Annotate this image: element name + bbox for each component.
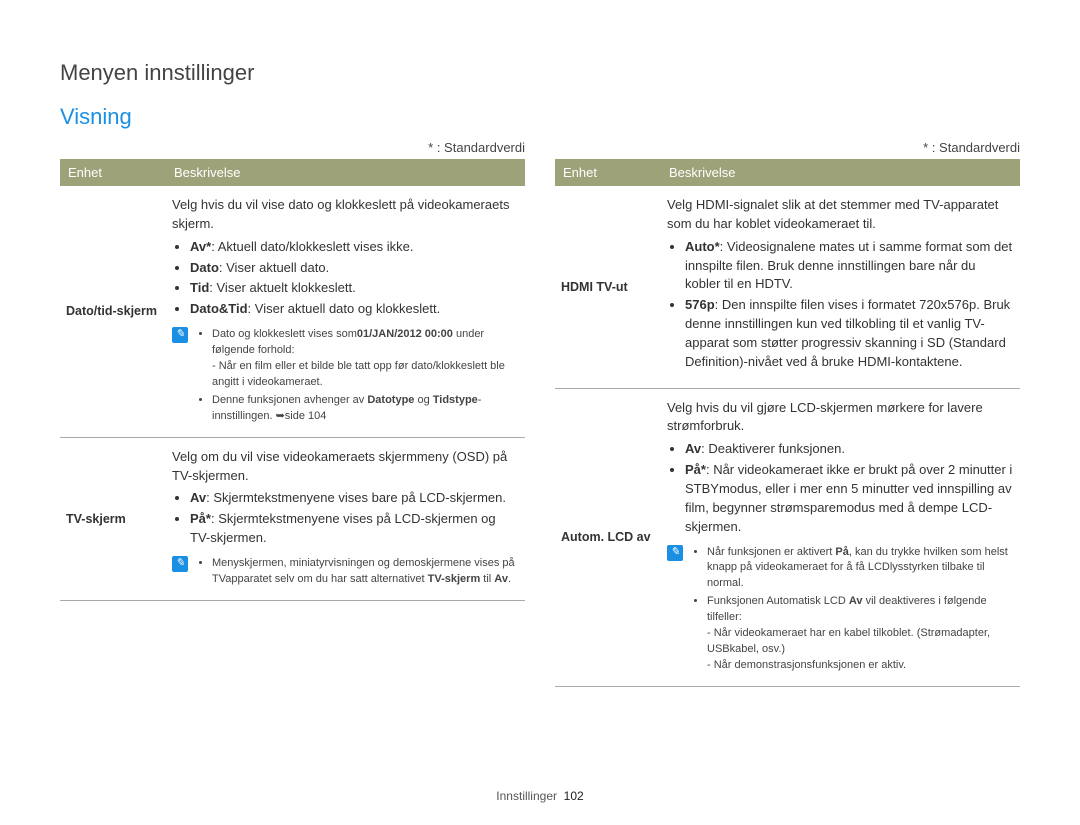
- right-column: * : Standardverdi Enhet Beskrivelse HDMI…: [555, 140, 1020, 687]
- note-list: Når funksjonen er aktivert På, kan du tr…: [691, 545, 1014, 677]
- note-icon: ✎: [667, 545, 683, 561]
- intro-text: Velg om du vil vise videokameraets skjer…: [172, 448, 519, 486]
- note-box: ✎ Menyskjermen, miniatyrvisningen og demo…: [172, 556, 519, 590]
- option-item: Dato: Viser aktuell dato.: [190, 259, 519, 278]
- unit-cell: Dato/tid-skjerm: [60, 186, 166, 437]
- th-desc-right: Beskrivelse: [661, 159, 1020, 186]
- page: Menyen innstillinger Visning * : Standar…: [0, 0, 1080, 825]
- desc-cell: Velg HDMI-signalet slik at det stemmer m…: [661, 186, 1020, 388]
- note-list: Dato og klokkeslett vises som01/JAN/2012…: [196, 327, 519, 427]
- th-desc-left: Beskrivelse: [166, 159, 525, 186]
- table-row: Dato/tid-skjermVelg hvis du vil vise dat…: [60, 186, 525, 437]
- left-table: Enhet Beskrivelse Dato/tid-skjermVelg hv…: [60, 159, 525, 601]
- unit-cell: TV-skjerm: [60, 437, 166, 600]
- note-item: Dato og klokkeslett vises som01/JAN/2012…: [212, 327, 519, 391]
- option-item: På*: Når videokameraet ikke er brukt på …: [685, 461, 1014, 536]
- columns: * : Standardverdi Enhet Beskrivelse Dato…: [60, 140, 1020, 687]
- unit-cell: Autom. LCD av: [555, 388, 661, 686]
- note-item: Når funksjonen er aktivert På, kan du tr…: [707, 545, 1014, 593]
- option-list: Av: Deaktiverer funksjonen. På*: Når vide…: [667, 440, 1014, 536]
- option-list: Auto*: Videosignalene mates ut i samme f…: [667, 238, 1014, 372]
- note-list: Menyskjermen, miniatyrvisningen og demos…: [196, 556, 519, 590]
- intro-text: Velg hvis du vil gjøre LCD-skjermen mørk…: [667, 399, 1014, 437]
- option-item: På*: Skjermtekstmenyene vises på LCD-skj…: [190, 510, 519, 548]
- note-subline: - Når demonstrasjonsfunksjonen er aktiv.: [707, 658, 1014, 674]
- default-note-right: * : Standardverdi: [555, 140, 1020, 155]
- note-subline: - Når en film eller et bilde ble tatt op…: [212, 359, 519, 391]
- table-row: TV-skjermVelg om du vil vise videokamera…: [60, 437, 525, 600]
- note-item: Funksjonen Automatisk LCD Av vil deaktiv…: [707, 594, 1014, 674]
- desc-cell: Velg hvis du vil gjøre LCD-skjermen mørk…: [661, 388, 1020, 686]
- desc-cell: Velg om du vil vise videokameraets skjer…: [166, 437, 525, 600]
- table-row: HDMI TV-utVelg HDMI-signalet slik at det…: [555, 186, 1020, 388]
- page-number: 102: [564, 789, 584, 803]
- option-item: Av: Deaktiverer funksjonen.: [685, 440, 1014, 459]
- th-unit-left: Enhet: [60, 159, 166, 186]
- note-item: Denne funksjonen avhenger av Datotype og…: [212, 393, 519, 425]
- option-item: Av: Skjermtekstmenyene vises bare på LCD…: [190, 489, 519, 508]
- note-item: Menyskjermen, miniatyrvisningen og demos…: [212, 556, 519, 588]
- th-unit-right: Enhet: [555, 159, 661, 186]
- intro-text: Velg HDMI-signalet slik at det stemmer m…: [667, 196, 1014, 234]
- unit-cell: HDMI TV-ut: [555, 186, 661, 388]
- note-icon: ✎: [172, 327, 188, 343]
- option-item: Auto*: Videosignalene mates ut i samme f…: [685, 238, 1014, 295]
- note-subline: - Når videokameraet har en kabel tilkobl…: [707, 626, 1014, 658]
- left-column: * : Standardverdi Enhet Beskrivelse Dato…: [60, 140, 525, 687]
- breadcrumb: Menyen innstillinger: [60, 60, 1020, 86]
- footer-section: Innstillinger: [496, 789, 557, 803]
- note-box: ✎ Dato og klokkeslett vises som01/JAN/201…: [172, 327, 519, 427]
- option-list: Av: Skjermtekstmenyene vises bare på LCD…: [172, 489, 519, 548]
- section-title: Visning: [60, 104, 1020, 130]
- default-note-left: * : Standardverdi: [60, 140, 525, 155]
- page-footer: Innstillinger 102: [0, 789, 1080, 803]
- option-item: Dato&Tid: Viser aktuell dato og klokkesl…: [190, 300, 519, 319]
- right-table: Enhet Beskrivelse HDMI TV-utVelg HDMI-si…: [555, 159, 1020, 687]
- option-item: Tid: Viser aktuelt klokkeslett.: [190, 279, 519, 298]
- intro-text: Velg hvis du vil vise dato og klokkeslet…: [172, 196, 519, 234]
- option-list: Av*: Aktuell dato/klokkeslett vises ikke…: [172, 238, 519, 319]
- desc-cell: Velg hvis du vil vise dato og klokkeslet…: [166, 186, 525, 437]
- note-box: ✎ Når funksjonen er aktivert På, kan du t…: [667, 545, 1014, 677]
- note-icon: ✎: [172, 556, 188, 572]
- table-row: Autom. LCD avVelg hvis du vil gjøre LCD-…: [555, 388, 1020, 686]
- option-item: 576p: Den innspilte filen vises i format…: [685, 296, 1014, 371]
- option-item: Av*: Aktuell dato/klokkeslett vises ikke…: [190, 238, 519, 257]
